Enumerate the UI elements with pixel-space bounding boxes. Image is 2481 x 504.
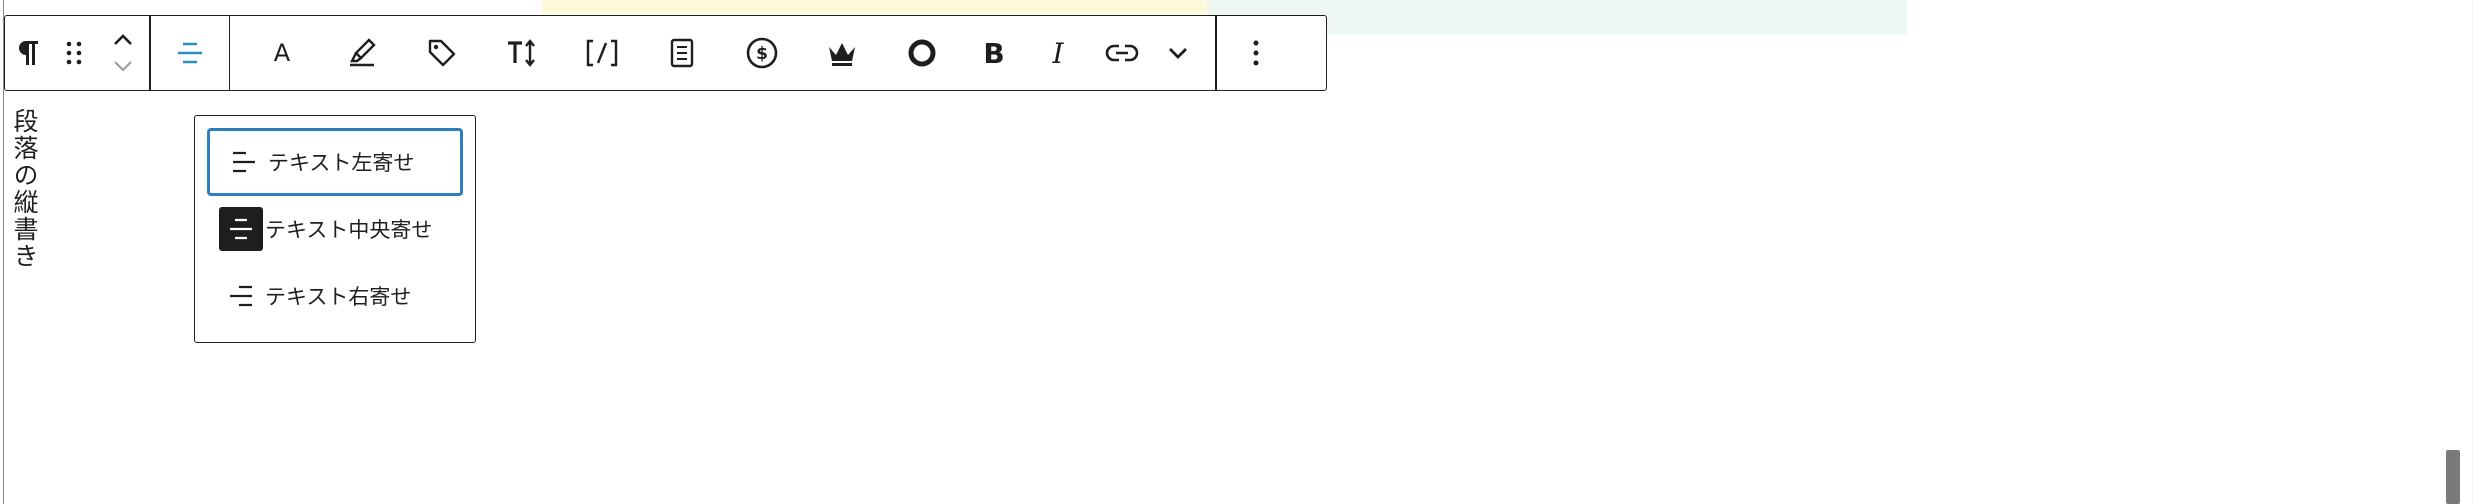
document-icon — [670, 38, 694, 68]
drag-icon — [66, 41, 82, 65]
svg-text:$: $ — [756, 44, 768, 64]
align-center-icon — [177, 42, 202, 64]
vertical-paragraph-text[interactable]: 段落の縦書き — [10, 108, 39, 270]
crown-icon — [829, 43, 855, 66]
align-center-option[interactable]: テキスト中央寄せ — [207, 195, 463, 263]
align-center-icon — [230, 218, 252, 240]
dollar-button[interactable]: $ — [722, 16, 802, 90]
chevron-down-icon — [1169, 48, 1187, 59]
toolbar-group-format: A $ B I — [230, 16, 1202, 90]
shortcode-button[interactable] — [562, 16, 642, 90]
bold-icon: B — [983, 36, 1005, 70]
align-right-option[interactable]: テキスト右寄せ — [207, 262, 463, 330]
scrollbar-track — [2472, 0, 2473, 504]
scrollbar-thumb[interactable] — [2446, 450, 2460, 504]
link-button[interactable] — [1090, 16, 1154, 90]
circle-button[interactable] — [882, 16, 962, 90]
align-right-label: テキスト右寄せ — [265, 285, 412, 309]
chevron-down-icon — [114, 61, 132, 72]
toolbar-group-block — [5, 16, 149, 90]
italic-icon: I — [1052, 36, 1064, 70]
align-text-button[interactable] — [151, 16, 229, 90]
background-highlight-yellow — [542, 0, 1207, 14]
drag-handle[interactable] — [51, 16, 97, 90]
italic-button[interactable]: I — [1026, 16, 1090, 90]
circle-icon — [908, 39, 936, 67]
tag-button[interactable] — [402, 16, 482, 90]
highlighter-icon — [350, 38, 376, 67]
font-size-icon — [508, 39, 535, 67]
align-center-label: テキスト中央寄せ — [265, 218, 433, 242]
block-toolbar: A $ B I — [4, 15, 1327, 91]
highlighter-button[interactable] — [322, 16, 402, 90]
align-left-icon-wrap — [222, 140, 266, 184]
shortcode-icon — [586, 39, 618, 67]
crown-button[interactable] — [802, 16, 882, 90]
font-size-button[interactable] — [482, 16, 562, 90]
move-down-button[interactable] — [112, 53, 134, 79]
tag-icon — [428, 39, 456, 67]
align-right-icon — [230, 285, 252, 307]
font-button[interactable]: A — [242, 16, 322, 90]
align-right-icon-wrap — [219, 274, 263, 318]
align-left-label: テキスト左寄せ — [268, 151, 415, 175]
alignment-dropdown-menu: テキスト左寄せ テキスト中央寄せ テキスト右寄せ — [194, 115, 476, 343]
dollar-icon: $ — [746, 37, 778, 69]
font-icon: A — [273, 39, 291, 67]
link-icon — [1105, 44, 1139, 62]
document-button[interactable] — [642, 16, 722, 90]
more-formats-button[interactable] — [1154, 16, 1202, 90]
paragraph-block-button[interactable] — [5, 16, 51, 90]
mover-buttons — [97, 16, 149, 90]
align-left-option[interactable]: テキスト左寄せ — [207, 128, 463, 196]
toolbar-group-options — [1217, 16, 1295, 90]
bold-button[interactable]: B — [962, 16, 1026, 90]
vertical-ellipsis-icon — [1253, 40, 1258, 66]
paragraph-icon — [19, 41, 38, 65]
align-left-icon — [233, 151, 255, 173]
move-up-button[interactable] — [112, 27, 134, 53]
options-button[interactable] — [1217, 16, 1295, 90]
chevron-up-icon — [114, 34, 132, 45]
align-center-icon-wrap — [219, 207, 263, 251]
toolbar-group-align — [151, 16, 229, 90]
